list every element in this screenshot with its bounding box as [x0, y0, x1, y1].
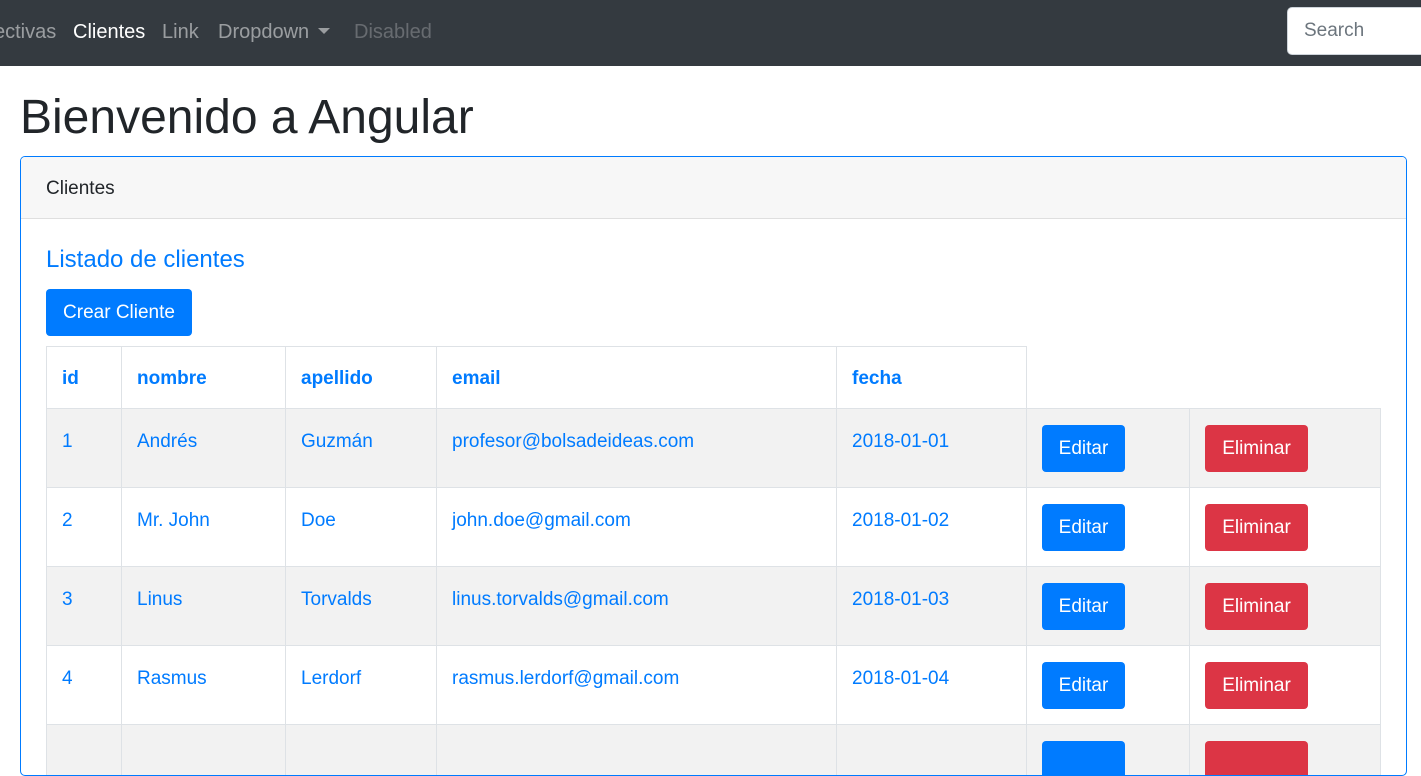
chevron-down-icon — [318, 28, 330, 34]
column-header-nombre[interactable]: nombre — [122, 347, 286, 409]
cell-delete: Eliminar — [1190, 567, 1381, 646]
clientes-card: Clientes Listado de clientes Crear Clien… — [20, 156, 1407, 776]
cell-apellido: Torvalds — [286, 567, 437, 646]
cell-edit — [1027, 725, 1190, 776]
card-title: Listado de clientes — [46, 245, 245, 275]
cell-edit: Editar — [1027, 488, 1190, 567]
cell-fecha: 2018-01-03 — [837, 567, 1027, 646]
cell-email: john.doe@gmail.com — [437, 488, 837, 567]
cell-nombre: Rasmus — [122, 646, 286, 725]
search-input[interactable] — [1287, 7, 1421, 55]
cell-nombre: Andrés — [122, 409, 286, 488]
nav-item-disabled: Disabled — [354, 20, 432, 44]
cell-apellido: Lerdorf — [286, 646, 437, 725]
top-navbar: ectivas Clientes Link Dropdown Disabled — [0, 0, 1421, 66]
cell-fecha: 2018-01-01 — [837, 409, 1027, 488]
cell-nombre: Linus — [122, 567, 286, 646]
cell-id: 3 — [47, 567, 122, 646]
column-header-email[interactable]: email — [437, 347, 837, 409]
cell-fecha — [837, 725, 1027, 776]
column-header-id[interactable]: id — [47, 347, 122, 409]
delete-button[interactable]: Eliminar — [1205, 662, 1308, 709]
table-row: 1 Andrés Guzmán profesor@bolsadeideas.co… — [47, 409, 1381, 488]
column-header-edit — [1027, 347, 1190, 409]
cell-fecha: 2018-01-02 — [837, 488, 1027, 567]
table-row-partial — [47, 725, 1381, 776]
table-row: 2 Mr. John Doe john.doe@gmail.com 2018-0… — [47, 488, 1381, 567]
delete-button[interactable]: Eliminar — [1205, 583, 1308, 630]
cell-edit: Editar — [1027, 646, 1190, 725]
create-client-button[interactable]: Crear Cliente — [46, 289, 192, 336]
cell-email — [437, 725, 837, 776]
column-header-fecha[interactable]: fecha — [837, 347, 1027, 409]
nav-item-clientes[interactable]: Clientes — [73, 20, 145, 44]
table-header-row: id nombre apellido email fecha — [47, 347, 1381, 409]
nav-item-dropdown[interactable]: Dropdown — [218, 20, 330, 44]
column-header-apellido[interactable]: apellido — [286, 347, 437, 409]
nav-dropdown-label: Dropdown — [218, 21, 309, 43]
cell-delete: Eliminar — [1190, 409, 1381, 488]
cell-nombre — [122, 725, 286, 776]
clients-table-wrapper: id nombre apellido email fecha 1 Andrés … — [46, 346, 1381, 776]
cell-fecha: 2018-01-04 — [837, 646, 1027, 725]
cell-id: 1 — [47, 409, 122, 488]
column-header-delete — [1190, 347, 1381, 409]
cell-apellido: Doe — [286, 488, 437, 567]
cell-delete: Eliminar — [1190, 488, 1381, 567]
delete-button[interactable]: Eliminar — [1205, 425, 1308, 472]
nav-item-link[interactable]: Link — [162, 20, 199, 44]
cell-email: rasmus.lerdorf@gmail.com — [437, 646, 837, 725]
cell-nombre: Mr. John — [122, 488, 286, 567]
cell-apellido: Guzmán — [286, 409, 437, 488]
cell-id: 2 — [47, 488, 122, 567]
cell-delete — [1190, 725, 1381, 776]
card-header: Clientes — [21, 157, 1406, 219]
cell-email: profesor@bolsadeideas.com — [437, 409, 837, 488]
delete-button[interactable]: Eliminar — [1205, 504, 1308, 551]
edit-button[interactable] — [1042, 741, 1125, 776]
cell-edit: Editar — [1027, 409, 1190, 488]
edit-button[interactable]: Editar — [1042, 425, 1125, 472]
cell-apellido — [286, 725, 437, 776]
cell-delete: Eliminar — [1190, 646, 1381, 725]
delete-button[interactable] — [1205, 741, 1308, 776]
cell-edit: Editar — [1027, 567, 1190, 646]
cell-id: 4 — [47, 646, 122, 725]
nav-item-directivas[interactable]: ectivas — [0, 20, 56, 44]
clients-table: id nombre apellido email fecha 1 Andrés … — [46, 346, 1381, 776]
cell-email: linus.torvalds@gmail.com — [437, 567, 837, 646]
table-row: 4 Rasmus Lerdorf rasmus.lerdorf@gmail.co… — [47, 646, 1381, 725]
page-title: Bienvenido a Angular — [20, 88, 474, 148]
card-header-title: Clientes — [46, 177, 115, 201]
edit-button[interactable]: Editar — [1042, 504, 1125, 551]
edit-button[interactable]: Editar — [1042, 662, 1125, 709]
edit-button[interactable]: Editar — [1042, 583, 1125, 630]
table-row: 3 Linus Torvalds linus.torvalds@gmail.co… — [47, 567, 1381, 646]
cell-id — [47, 725, 122, 776]
